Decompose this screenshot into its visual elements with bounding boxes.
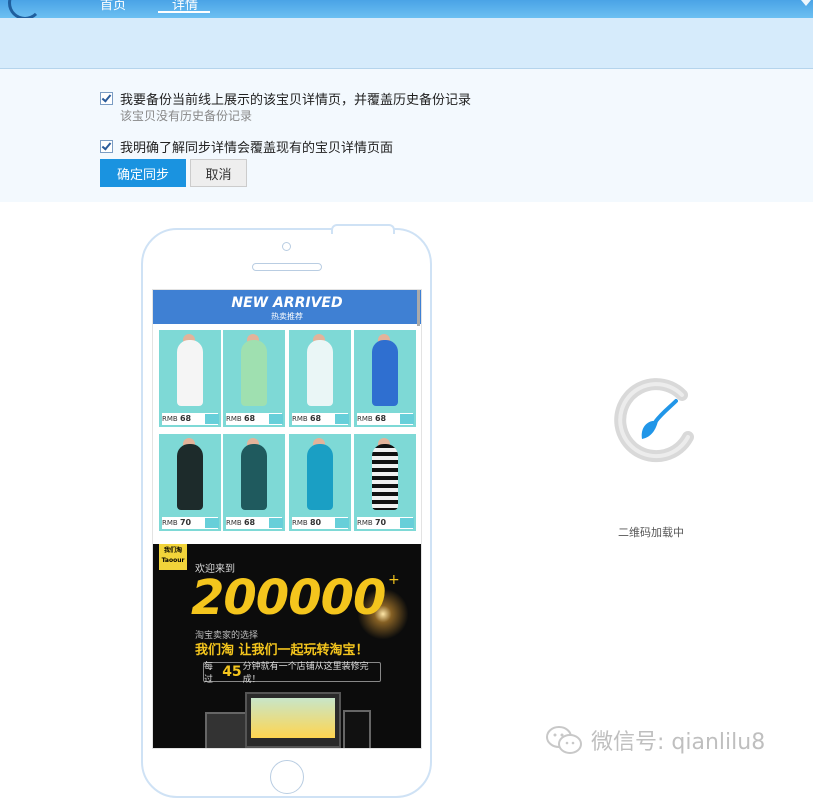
- dress-image: [372, 340, 398, 406]
- pill-pre: 每过: [204, 662, 214, 685]
- tab-home[interactable]: 首页: [100, 0, 126, 13]
- product-card[interactable]: RMB 68: [223, 434, 285, 531]
- dress-image: [177, 340, 203, 406]
- dress-image: [307, 444, 333, 510]
- devices-image: [205, 692, 373, 748]
- buy-tag: [400, 414, 414, 424]
- dress-image: [241, 444, 267, 510]
- product-card[interactable]: RMB 70: [354, 434, 416, 531]
- phone-speaker: [252, 263, 322, 271]
- confirm-overwrite-label: 我明确了解同步详情会覆盖现有的宝贝详情页面: [120, 141, 394, 156]
- banner-title: NEW ARRIVED: [231, 295, 343, 311]
- confirm-overwrite-option[interactable]: 我明确了解同步详情会覆盖现有的宝贝详情页面: [100, 137, 393, 156]
- product-grid: RMB 68 RMB 68 RMB 68 RMB 68 RMB 70 RMB 6…: [153, 324, 421, 534]
- promo-slogan: 我们淘 让我们一起玩转淘宝！: [195, 643, 369, 658]
- promo-number: 200000: [191, 570, 386, 626]
- phone-camera-icon: [282, 242, 291, 251]
- monitor-image: [245, 692, 341, 748]
- banner-subtitle: 热卖推荐: [271, 312, 303, 321]
- buy-tag: [269, 518, 283, 528]
- product-card[interactable]: RMB 70: [159, 434, 221, 531]
- product-card[interactable]: RMB 68: [223, 330, 285, 427]
- active-tab-indicator: [158, 11, 210, 13]
- backup-checkbox[interactable]: [100, 92, 113, 105]
- backup-option[interactable]: 我要备份当前线上展示的该宝贝详情页，并覆盖历史备份记录: [100, 89, 471, 108]
- cancel-button[interactable]: 取消: [190, 159, 247, 187]
- brand-badge: 我们淘 Taoour: [159, 544, 187, 570]
- sub-header: [0, 18, 813, 69]
- dress-image: [241, 340, 267, 406]
- product-card[interactable]: RMB 68: [354, 330, 416, 427]
- qr-loading-icon: [614, 378, 694, 463]
- logo-icon: [8, 0, 42, 20]
- top-nav-bar: 首页 详情: [0, 0, 813, 20]
- confirm-overwrite-checkbox[interactable]: [100, 140, 113, 153]
- buy-tag: [205, 414, 219, 424]
- wechat-icon: [546, 726, 582, 754]
- buy-tag: [335, 518, 349, 528]
- product-card[interactable]: RMB 68: [289, 330, 351, 427]
- dress-image: [372, 444, 398, 510]
- product-card[interactable]: RMB 68: [159, 330, 221, 427]
- buy-tag: [205, 518, 219, 528]
- dress-image: [307, 340, 333, 406]
- product-card[interactable]: RMB 80: [289, 434, 351, 531]
- watermark-text: 微信号: qianlilu8: [591, 730, 766, 755]
- confirm-sync-button[interactable]: 确定同步: [100, 159, 186, 187]
- buy-tag: [269, 414, 283, 424]
- phone-home-button: [270, 760, 304, 794]
- dress-image: [177, 444, 203, 510]
- phone-power-button: [331, 224, 395, 234]
- buy-tag: [335, 414, 349, 424]
- promo-plus: +: [388, 572, 400, 588]
- mobile-image: [343, 710, 371, 748]
- wechat-watermark: 微信号: qianlilu8: [545, 724, 765, 756]
- new-arrived-banner: NEW ARRIVED 热卖推荐: [153, 290, 421, 324]
- dropdown-arrow-icon[interactable]: [801, 0, 811, 6]
- preview-scrollbar[interactable]: [417, 290, 420, 326]
- promo-pill: 每过 45 分钟就有一个店铺从这里装修完成！: [203, 662, 381, 685]
- backup-label: 我要备份当前线上展示的该宝贝详情页，并覆盖历史备份记录: [120, 93, 472, 108]
- promo-banner: 我们淘 Taoour 欢迎来到 200000 + 淘宝卖家的选择 我们淘 让我们…: [153, 544, 421, 748]
- backup-note: 该宝贝没有历史备份记录: [120, 109, 253, 123]
- pill-num: 45: [222, 664, 242, 680]
- buy-tag: [400, 518, 414, 528]
- pill-post: 分钟就有一个店铺从这里装修完成！: [242, 662, 369, 685]
- detail-preview-screen[interactable]: NEW ARRIVED 热卖推荐 RMB 68 RMB 68 RMB 68 RM…: [152, 289, 422, 749]
- qr-loading-text: 二维码加载中: [618, 526, 684, 539]
